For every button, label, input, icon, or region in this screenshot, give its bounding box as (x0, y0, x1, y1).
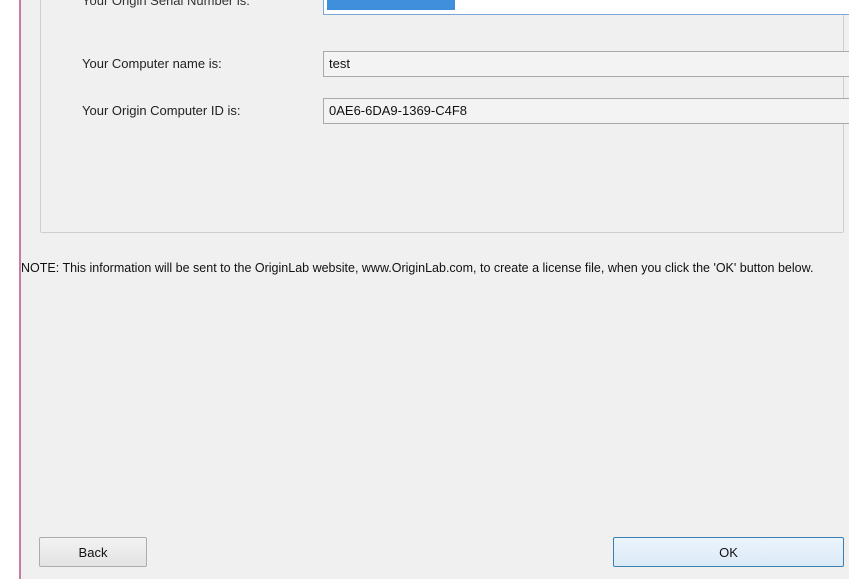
ok-button[interactable]: OK (613, 537, 844, 567)
serial-number-label: Your Origin Serial Number is: (82, 0, 250, 8)
license-note: NOTE: This information will be sent to t… (21, 261, 814, 275)
info-group-box: Your Origin Serial Number is: Your Compu… (40, 0, 849, 233)
computer-name-label: Your Computer name is: (82, 56, 222, 71)
license-dialog: Your Origin Serial Number is: Your Compu… (21, 0, 849, 579)
back-button[interactable]: Back (39, 537, 147, 567)
window-left-edge (0, 0, 21, 579)
computer-id-label: Your Origin Computer ID is: (82, 103, 241, 118)
serial-number-field[interactable] (323, 0, 849, 15)
computer-name-field[interactable]: test (323, 51, 849, 77)
selected-text-highlight (327, 0, 455, 10)
computer-id-field[interactable]: 0AE6-6DA9-1369-C4F8 (323, 98, 849, 124)
